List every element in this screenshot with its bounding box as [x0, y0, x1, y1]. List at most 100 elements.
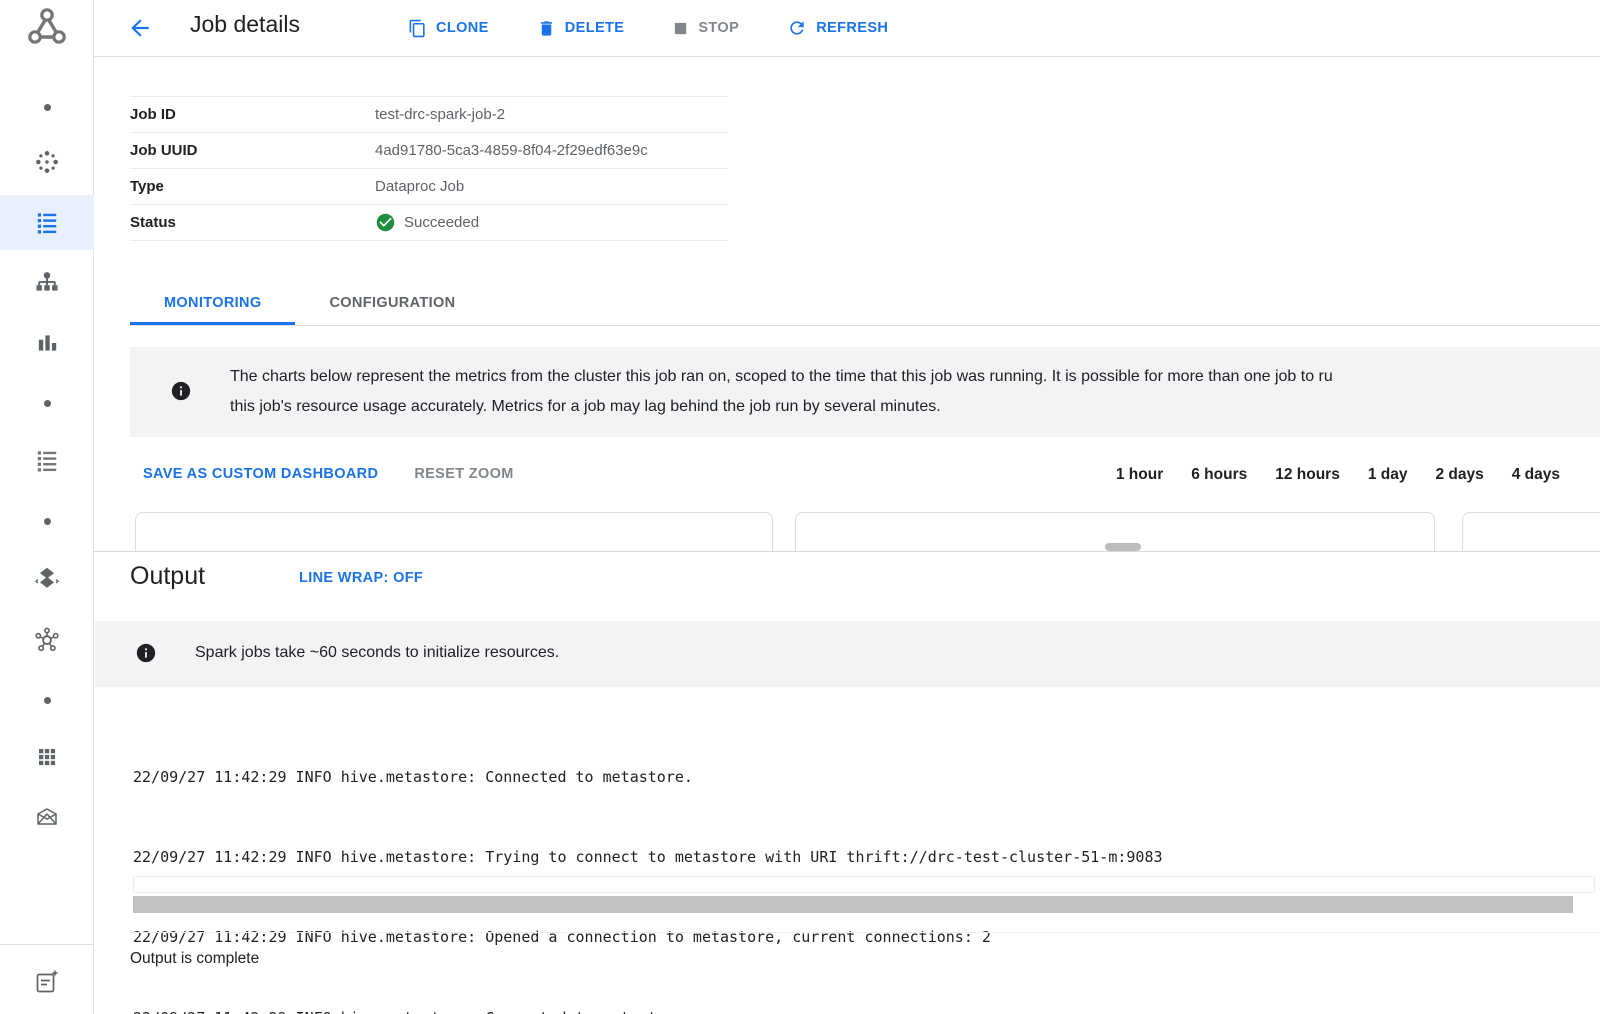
list-icon: [34, 447, 60, 473]
sidebar-item-hub[interactable]: [0, 619, 94, 659]
panel-drag-handle[interactable]: [1105, 543, 1141, 551]
sidebar-item-jobs[interactable]: [0, 202, 94, 242]
save-as-custom-dashboard-button[interactable]: SAVE AS CUSTOM DASHBOARD: [143, 466, 378, 482]
hub-network-icon: [34, 626, 60, 652]
info-icon: [135, 642, 157, 664]
delete-button[interactable]: DELETE: [537, 19, 625, 38]
spark-info-text: Spark jobs take ~60 seconds to initializ…: [195, 644, 559, 662]
sidebar-divider: [0, 944, 94, 945]
table-row: Job UUID 4ad91780-5ca3-4859-8f04-2f29edf…: [130, 133, 728, 169]
stop-icon: [672, 20, 689, 37]
page-title: Job details: [190, 11, 300, 38]
time-range-selector: 1 hour 6 hours 12 hours 1 day 2 days 4 d…: [1116, 466, 1560, 484]
time-range-1-day[interactable]: 1 day: [1368, 466, 1408, 484]
back-arrow-icon: [127, 15, 153, 41]
job-info-table: Job ID test-drc-spark-job-2 Job UUID 4ad…: [130, 96, 728, 241]
time-range-2-days[interactable]: 2 days: [1435, 466, 1483, 484]
log-line: 22/09/27 11:42:29 INFO hive.metastore: O…: [133, 924, 1280, 951]
refresh-button[interactable]: REFRESH: [787, 18, 888, 38]
status-badge: Succeeded: [404, 214, 479, 231]
job-uuid-value: 4ad91780-5ca3-4859-8f04-2f29edf63e9c: [375, 142, 648, 159]
sidebar-item-clusters[interactable]: [0, 142, 94, 182]
table-row: Job ID test-drc-spark-job-2: [130, 97, 728, 133]
metrics-info-line-1: The charts below represent the metrics f…: [230, 362, 1333, 392]
trash-icon: [537, 19, 556, 38]
dashboard-actions: SAVE AS CUSTOM DASHBOARD RESET ZOOM: [143, 466, 514, 482]
refresh-label: REFRESH: [816, 20, 888, 36]
job-output-log: 22/09/27 11:42:29 INFO hive.metastore: C…: [133, 710, 1280, 1014]
log-scroll-track: [133, 876, 1595, 893]
header-actions: CLONE DELETE STOP REFRESH: [408, 0, 888, 56]
time-range-4-days[interactable]: 4 days: [1512, 466, 1560, 484]
output-section-title: Output: [130, 562, 205, 591]
tab-bar: MONITORING CONFIGURATION: [130, 281, 1600, 326]
log-horizontal-scrollbar[interactable]: [133, 896, 1573, 913]
table-row: Type Dataproc Job: [130, 169, 728, 205]
spark-info-banner: Spark jobs take ~60 seconds to initializ…: [95, 621, 1600, 687]
log-line: 22/09/27 11:42:29 INFO hive.metastore: T…: [133, 844, 1280, 871]
cluster-dots-icon: [34, 149, 60, 175]
job-id-value: test-drc-spark-job-2: [375, 106, 505, 123]
stop-button[interactable]: STOP: [672, 20, 739, 37]
delete-label: DELETE: [565, 20, 625, 36]
sidebar-item-metastore[interactable]: [0, 558, 94, 598]
output-complete-status: Output is complete: [130, 950, 259, 968]
workflow-tree-icon: [34, 270, 60, 296]
copy-icon: [408, 19, 427, 38]
table-row: Status Succeeded: [130, 205, 728, 241]
type-value: Dataproc Job: [375, 178, 464, 195]
clone-label: CLONE: [436, 20, 489, 36]
dot-icon: [44, 518, 51, 525]
sidebar-item-workflows[interactable]: [0, 263, 94, 303]
dot-icon: [44, 697, 51, 704]
reset-zoom-button[interactable]: RESET ZOOM: [414, 466, 513, 482]
sidebar-item-metrics[interactable]: [0, 323, 94, 363]
jobs-list-icon: [34, 209, 60, 235]
dot-icon: [44, 400, 51, 407]
grid-icon: [35, 745, 59, 769]
dot-icon: [44, 104, 51, 111]
line-wrap-toggle[interactable]: LINE WRAP: OFF: [299, 570, 423, 586]
metrics-info-banner: The charts below represent the metrics f…: [130, 347, 1600, 437]
time-range-12-hours[interactable]: 12 hours: [1275, 466, 1340, 484]
log-line: 22/09/27 11:42:29 INFO hive.metastore: C…: [133, 1005, 1280, 1014]
sidebar-item-3[interactable]: [0, 501, 94, 541]
refresh-icon: [787, 18, 807, 38]
sidebar-item-release-notes[interactable]: [0, 962, 94, 1002]
log-bottom-border: [130, 932, 1600, 933]
job-uuid-label: Job UUID: [130, 142, 375, 159]
info-icon: [170, 380, 192, 402]
check-circle-icon: [375, 212, 396, 233]
status-label: Status: [130, 214, 375, 231]
dataproc-logo-icon: [23, 4, 71, 52]
chart-card-1: [135, 512, 773, 552]
back-button[interactable]: [124, 12, 156, 44]
sidebar-item-4[interactable]: [0, 680, 94, 720]
time-range-1-hour[interactable]: 1 hour: [1116, 466, 1163, 484]
type-label: Type: [130, 178, 375, 195]
sidebar-item-2[interactable]: [0, 383, 94, 423]
time-range-6-hours[interactable]: 6 hours: [1191, 466, 1247, 484]
sidebar-item-list[interactable]: [0, 440, 94, 480]
chart-card-3: [1462, 512, 1600, 552]
log-line: 22/09/27 11:42:29 INFO hive.metastore: C…: [133, 764, 1280, 791]
header-divider: [0, 56, 1600, 57]
layers-diamonds-icon: [34, 565, 60, 591]
tab-monitoring[interactable]: MONITORING: [130, 281, 295, 325]
sidebar-item-labs[interactable]: [0, 797, 94, 837]
doc-sparkle-icon: [33, 968, 61, 996]
dataproc-logo: [0, 4, 94, 52]
job-id-label: Job ID: [130, 106, 375, 123]
stop-label: STOP: [698, 20, 739, 36]
origami-icon: [33, 803, 61, 831]
left-nav-sidebar: [0, 0, 94, 1014]
status-value: Succeeded: [375, 212, 479, 233]
bar-chart-icon: [34, 330, 60, 356]
metrics-info-line-2: this job's resource usage accurately. Me…: [230, 392, 1333, 422]
panel-divider: [0, 551, 1600, 552]
clone-button[interactable]: CLONE: [408, 19, 489, 38]
sidebar-item-1[interactable]: [0, 87, 94, 127]
sidebar-item-apps[interactable]: [0, 737, 94, 777]
tab-configuration[interactable]: CONFIGURATION: [295, 281, 489, 325]
metrics-info-text: The charts below represent the metrics f…: [230, 362, 1333, 422]
